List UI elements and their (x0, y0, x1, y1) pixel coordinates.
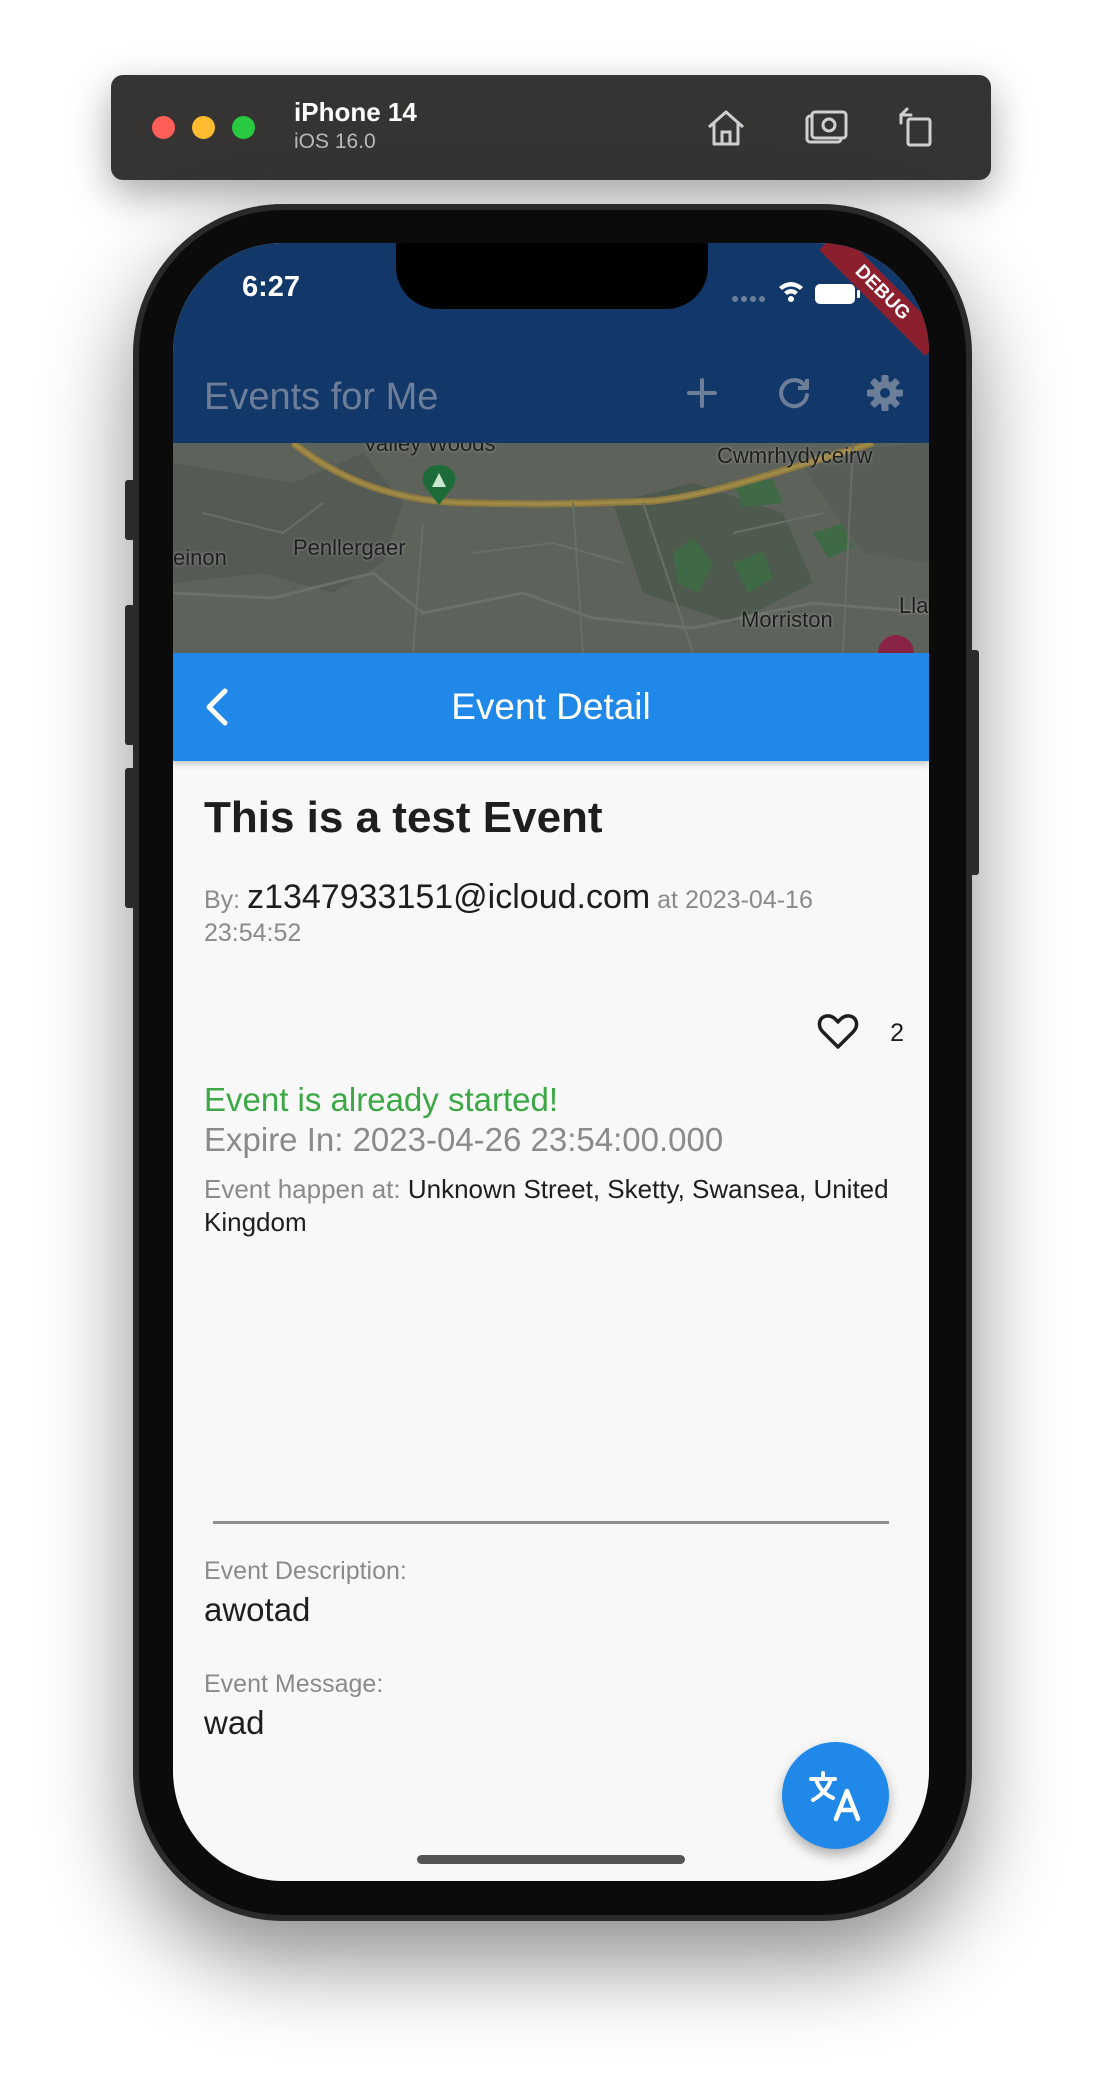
heart-icon[interactable] (816, 1009, 860, 1053)
message-label: Event Message: (204, 1670, 384, 1698)
map-label: Cwmrhydyceirw (717, 443, 873, 468)
expire-value: 2023-04-26 23:54:00.000 (352, 1121, 724, 1158)
signal-icon (732, 296, 765, 302)
simulator-toolbar: iPhone 14 iOS 16.0 (111, 75, 991, 180)
message-value: wad (204, 1704, 265, 1741)
event-expire: Expire In: 2023-04-26 23:54:00.000 (204, 1121, 723, 1159)
battery-icon (815, 284, 860, 304)
volume-down-button (125, 768, 135, 908)
expire-label: Expire In: (204, 1121, 344, 1158)
like-row: 2 (784, 1009, 904, 1053)
rotate-icon[interactable] (891, 103, 941, 153)
back-icon[interactable] (195, 683, 239, 731)
event-detail-title: Event Detail (451, 686, 651, 727)
event-status: Event is already started! (204, 1081, 559, 1118)
home-indicator[interactable] (417, 1855, 685, 1864)
event-title: This is a test Event (204, 793, 603, 842)
translate-icon (809, 1771, 861, 1822)
map-label: einon (173, 545, 227, 570)
event-detail-bar: Event Detail (173, 653, 929, 761)
like-count: 2 (890, 1019, 904, 1047)
notch (396, 243, 708, 309)
author-email: z1347933151@icloud.com (247, 878, 651, 916)
screenshot-icon[interactable] (801, 103, 851, 153)
status-time: 6:27 (242, 271, 301, 303)
device-name: iPhone 14 (294, 97, 417, 127)
close-window-button[interactable] (152, 116, 175, 139)
refresh-icon[interactable] (772, 371, 816, 415)
add-icon[interactable] (680, 371, 724, 415)
minimize-window-button[interactable] (192, 116, 215, 139)
app-title: Events for Me (204, 376, 439, 418)
translate-button[interactable] (782, 1742, 889, 1849)
phone-screen: 6:27 DEBUG Events for Me Valley Woods Cw… (173, 243, 929, 1881)
os-version: iOS 16.0 (294, 130, 376, 153)
map-label: Lla (899, 593, 929, 618)
event-location: Event happen at: Unknown Street, Sketty,… (204, 1173, 904, 1239)
app-bar: Events for Me (173, 343, 929, 443)
wifi-icon (779, 282, 803, 302)
map-label: Morriston (741, 607, 833, 632)
settings-icon[interactable] (863, 371, 907, 415)
map-label: Penllergaer (293, 535, 406, 560)
home-icon[interactable] (701, 103, 751, 153)
silent-switch (125, 480, 135, 540)
at-label: at (657, 886, 679, 914)
divider (213, 1521, 889, 1524)
volume-up-button (125, 605, 135, 745)
description-label: Event Description: (204, 1557, 407, 1585)
zoom-window-button[interactable] (232, 116, 255, 139)
event-author-line: By: z1347933151@icloud.com at 2023-04-16… (204, 878, 904, 950)
power-button (969, 650, 979, 875)
happen-label: Event happen at: (204, 1174, 401, 1204)
map-label: Valley Woods (363, 443, 496, 456)
by-label: By: (204, 886, 241, 914)
description-value: awotad (204, 1591, 311, 1628)
map-view[interactable]: Valley Woods Cwmrhydyceirw einon Penller… (173, 443, 929, 653)
